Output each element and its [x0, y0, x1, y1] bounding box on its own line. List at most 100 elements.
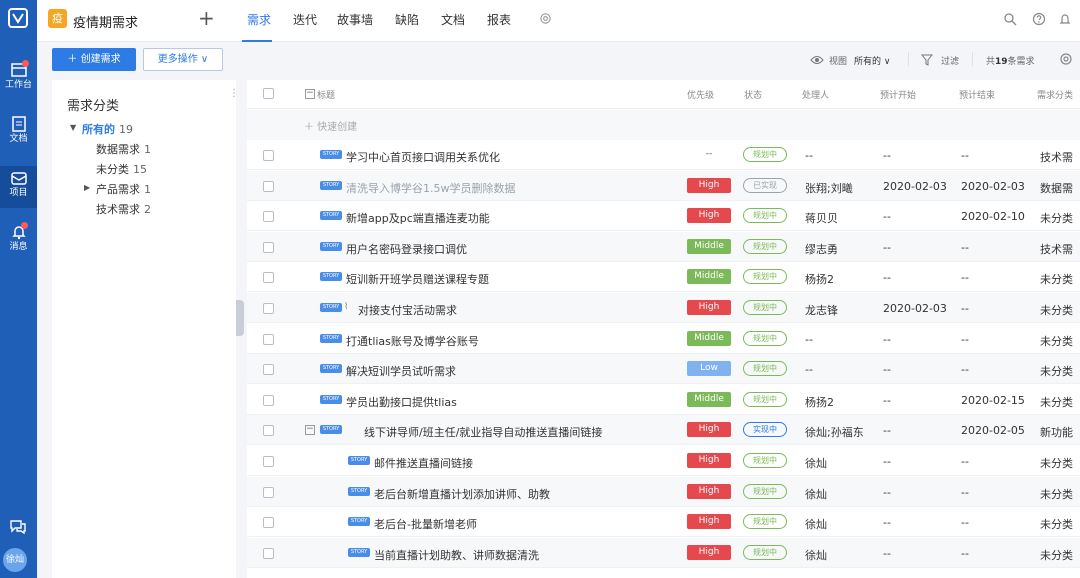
- table-row[interactable]: − STORY 线下讲导师/班主任/就业指导自动推送直播间链接 High 实现中 徐灿;孙…: [247, 415, 1080, 446]
- row-owner[interactable]: 龙志锋: [805, 302, 838, 318]
- row-category[interactable]: 新功能: [1040, 424, 1073, 440]
- row-checkbox[interactable]: [263, 211, 274, 223]
- category-item-product[interactable]: 产品需求 1: [96, 181, 151, 197]
- create-requirement-button[interactable]: ＋ 创建需求: [52, 48, 136, 71]
- more-actions-button[interactable]: 更多操作 ∨: [143, 48, 223, 71]
- row-start[interactable]: --: [883, 149, 891, 162]
- row-start[interactable]: --: [883, 333, 891, 346]
- row-start[interactable]: --: [883, 241, 891, 254]
- row-start[interactable]: --: [883, 210, 891, 223]
- row-start[interactable]: --: [883, 516, 891, 529]
- priority-badge[interactable]: Low: [687, 361, 731, 377]
- table-row[interactable]: STORY 老后台-批量新增老师 High 规划中 徐灿 -- -- 未分类: [247, 507, 1080, 538]
- priority-badge[interactable]: High: [687, 453, 731, 468]
- row-title[interactable]: 短训新开班学员赠送课程专题: [346, 271, 489, 287]
- row-title[interactable]: 老后台-批量新增老师: [374, 516, 477, 532]
- chat-icon[interactable]: [9, 518, 27, 536]
- table-row[interactable]: STORY ⌇ 对接支付宝活动需求 High 规划中 龙志锋 2020-02-03 -- 未分类: [247, 293, 1080, 323]
- priority-badge[interactable]: Middle: [687, 391, 731, 407]
- priority-badge[interactable]: High: [687, 177, 731, 193]
- row-checkbox[interactable]: [263, 547, 274, 559]
- row-category[interactable]: 未分类: [1040, 394, 1073, 410]
- row-start[interactable]: --: [883, 455, 891, 468]
- caret-right-icon[interactable]: ▶: [84, 183, 90, 192]
- row-checkbox[interactable]: [263, 486, 274, 498]
- row-category[interactable]: 未分类: [1040, 547, 1073, 563]
- status-badge[interactable]: 规划中: [743, 208, 787, 224]
- caret-down-icon[interactable]: ▼: [70, 123, 76, 132]
- row-end[interactable]: --: [961, 149, 969, 162]
- row-title[interactable]: 对接支付宝活动需求: [358, 302, 457, 318]
- table-row[interactable]: STORY 解决短训学员试听需求 Low 规划中 -- -- -- 未分类: [247, 354, 1080, 385]
- priority-badge[interactable]: High: [687, 422, 731, 438]
- row-checkbox[interactable]: [263, 272, 274, 284]
- gear-icon[interactable]: [539, 12, 552, 25]
- status-badge[interactable]: 已实现: [743, 177, 787, 193]
- row-start[interactable]: 2020-02-03: [883, 180, 947, 193]
- tab-requirements[interactable]: 需求: [247, 11, 271, 28]
- row-category[interactable]: 技术需: [1040, 149, 1073, 165]
- rail-item-messages[interactable]: 消息: [0, 220, 37, 262]
- status-badge[interactable]: 规划中: [743, 514, 787, 530]
- column-header-end[interactable]: 预计结束: [959, 88, 995, 101]
- row-end[interactable]: --: [961, 363, 969, 376]
- row-owner[interactable]: 徐灿;孙福东: [805, 424, 864, 440]
- rail-item-docs[interactable]: 文档: [0, 112, 37, 154]
- row-end[interactable]: 2020-02-03: [961, 180, 1025, 193]
- table-row[interactable]: STORY 老后台新增直播计划添加讲师、助教 High 规划中 徐灿 -- -- 未分类: [247, 476, 1080, 507]
- row-checkbox[interactable]: [263, 394, 274, 406]
- column-header-category[interactable]: 需求分类: [1037, 88, 1073, 101]
- filter-button[interactable]: 过滤: [941, 54, 959, 67]
- table-row[interactable]: STORY 短训新开班学员赠送课程专题 Middle 规划中 杨扬2 -- -- 未分类: [247, 262, 1080, 293]
- row-title[interactable]: 解决短训学员试听需求: [346, 363, 456, 379]
- row-end[interactable]: 2020-02-10: [961, 210, 1025, 223]
- row-start[interactable]: --: [883, 486, 891, 499]
- panel-collapse-handle[interactable]: [236, 300, 244, 336]
- status-badge[interactable]: 规划中: [743, 453, 787, 468]
- tab-reports[interactable]: 报表: [487, 11, 511, 28]
- status-badge[interactable]: 实现中: [743, 422, 787, 438]
- status-badge[interactable]: 规划中: [743, 361, 787, 377]
- table-row[interactable]: STORY 学员出勤接口提供tlias Middle 规划中 杨扬2 -- 2020-02-…: [247, 385, 1080, 415]
- row-checkbox[interactable]: [263, 425, 274, 437]
- row-owner[interactable]: 张翔;刘曦: [805, 180, 853, 196]
- priority-badge[interactable]: Middle: [687, 330, 731, 346]
- row-title[interactable]: 当前直播计划助教、讲师数据清洗: [374, 547, 539, 563]
- status-badge[interactable]: 规划中: [743, 269, 787, 285]
- priority-badge[interactable]: High: [687, 300, 731, 315]
- tab-defects[interactable]: 缺陷: [395, 11, 419, 28]
- more-icon[interactable]: ⋮: [229, 88, 239, 99]
- row-checkbox[interactable]: [263, 333, 274, 345]
- row-category[interactable]: 未分类: [1040, 271, 1073, 287]
- category-item-tech[interactable]: 技术需求 2: [96, 201, 151, 217]
- row-category[interactable]: 未分类: [1040, 516, 1073, 532]
- column-header-title[interactable]: 标题: [317, 88, 335, 101]
- row-category[interactable]: 未分类: [1040, 302, 1073, 318]
- row-title[interactable]: 学员出勤接口提供tlias: [346, 394, 457, 410]
- priority-badge[interactable]: High: [687, 208, 731, 224]
- column-header-start[interactable]: 预计开始: [880, 88, 916, 101]
- row-title[interactable]: 线下讲导师/班主任/就业指导自动推送直播间链接: [364, 424, 602, 440]
- table-row[interactable]: STORY 学习中心首页接口调用关系优化 -- 规划中 -- -- -- 技术需: [247, 140, 1080, 170]
- help-icon[interactable]: [1032, 12, 1046, 26]
- row-start[interactable]: --: [883, 394, 891, 407]
- row-checkbox[interactable]: [263, 364, 274, 376]
- row-start[interactable]: --: [883, 547, 891, 560]
- row-end[interactable]: --: [961, 333, 969, 346]
- row-end[interactable]: 2020-02-05: [961, 424, 1025, 437]
- filter-icon[interactable]: [921, 54, 933, 66]
- priority-badge[interactable]: High: [687, 544, 731, 560]
- row-checkbox[interactable]: [263, 180, 274, 192]
- row-checkbox[interactable]: [263, 150, 274, 161]
- row-end[interactable]: 2020-02-15: [961, 394, 1025, 407]
- row-end[interactable]: --: [961, 547, 969, 560]
- row-owner[interactable]: 徐灿: [805, 455, 827, 471]
- row-end[interactable]: --: [961, 455, 969, 468]
- row-category[interactable]: 未分类: [1040, 210, 1073, 226]
- priority-badge[interactable]: High: [687, 514, 731, 530]
- row-owner[interactable]: 徐灿: [805, 486, 827, 502]
- tab-documents[interactable]: 文档: [441, 11, 465, 28]
- row-checkbox[interactable]: [263, 241, 274, 253]
- status-badge[interactable]: 规划中: [743, 300, 787, 315]
- row-title[interactable]: 清洗导入博学谷1.5w学员删除数据: [346, 180, 516, 196]
